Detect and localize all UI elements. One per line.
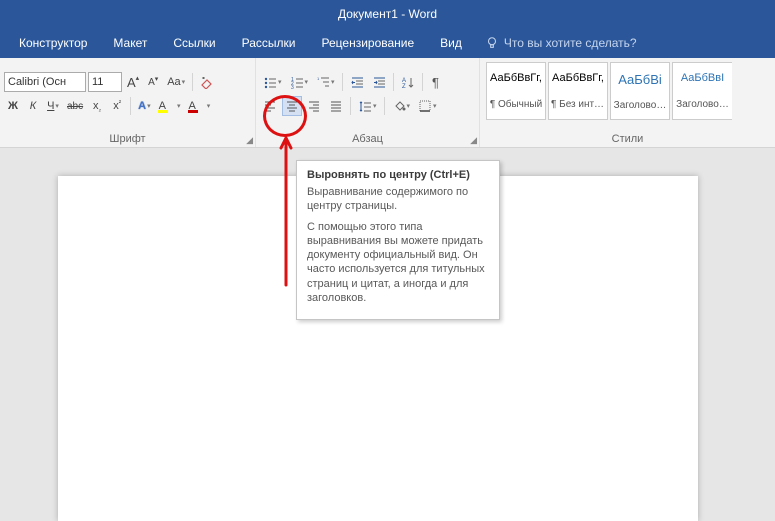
svg-text:A: A [402,78,406,84]
align-center-icon [285,99,299,113]
clear-format-button[interactable] [197,72,217,92]
separator [192,73,193,91]
tellme-text: Что вы хотите сделать? [504,36,637,50]
sort-button[interactable]: AZ [398,72,418,92]
multilevel-button[interactable]: 1▾ [313,72,338,92]
eraser-icon [200,75,214,89]
lightbulb-icon [485,36,499,50]
title-text: Документ1 - Word [338,7,437,21]
group-label-font: Шрифт◢ [0,130,256,147]
separator [393,73,394,91]
svg-text:1: 1 [291,77,294,83]
titlebar: Документ1 - Word [0,0,775,28]
tab-layout[interactable]: Макет [100,28,160,58]
inc-indent-button[interactable] [369,72,389,92]
svg-text:Z: Z [402,84,406,89]
line-spacing-button[interactable]: ▾ [355,96,380,116]
bullets-icon [263,75,277,89]
tooltip-title: Выровнять по центру (Ctrl+E) [307,169,489,181]
shrink-font-button[interactable]: A▾ [144,72,162,92]
style-heading2[interactable]: АаБбВвI Заголово… [672,62,732,120]
style-no-spacing[interactable]: АаБбВвГг, ¶ Без инте… [548,62,608,120]
tell-me[interactable]: Что вы хотите сделать? [475,36,647,50]
align-left-icon [263,99,277,113]
subscript-button[interactable]: x₂ [88,96,106,116]
group-label-styles: Стили [480,130,775,147]
style-normal[interactable]: АаБбВвГг, ¶ Обычный [486,62,546,120]
font-size-select[interactable] [88,72,122,92]
superscript-button[interactable]: x² [108,96,126,116]
shading-button[interactable]: ▾ [389,96,414,116]
align-center-button[interactable] [282,96,302,116]
tab-design[interactable]: Конструктор [6,28,100,58]
numbering-button[interactable]: 123▾ [287,72,312,92]
tab-view[interactable]: Вид [427,28,475,58]
separator [422,73,423,91]
align-justify-icon [329,99,343,113]
numbering-icon: 123 [290,75,304,89]
svg-text:2: 2 [291,81,294,87]
highlight-button[interactable]: A▾ [156,96,184,116]
line-spacing-icon [358,99,372,113]
align-right-button[interactable] [304,96,324,116]
strike-button[interactable]: abc [64,96,86,116]
align-right-icon [307,99,321,113]
separator [342,73,343,91]
bold-button[interactable]: Ж [4,96,22,116]
separator [350,97,351,115]
underline-button[interactable]: Ч▾ [44,96,62,116]
text-effects-button[interactable]: A▾ [135,96,153,116]
styles-gallery[interactable]: АаБбВвГг, ¶ Обычный АаБбВвГг, ¶ Без инте… [484,60,771,122]
bullets-button[interactable]: ▾ [260,72,285,92]
group-styles: АаБбВвГг, ¶ Обычный АаБбВвГг, ¶ Без инте… [480,58,775,130]
borders-button[interactable]: ▾ [415,96,440,116]
align-justify-button[interactable] [326,96,346,116]
group-label-paragraph: Абзац◢ [256,130,480,147]
separator [384,97,385,115]
show-marks-button[interactable]: ¶ [427,72,445,92]
outdent-icon [350,75,364,89]
tab-references[interactable]: Ссылки [160,28,228,58]
align-left-button[interactable] [260,96,280,116]
group-font: A▴ A▾ Aa▾ Ж К Ч▾ abc x₂ x² A▾ A▾ A▾ [0,58,256,130]
group-paragraph: ▾ 123▾ 1▾ AZ ¶ ▾ ▾ ▾ [256,58,480,130]
separator [130,97,131,115]
sort-icon: AZ [401,75,415,89]
tab-review[interactable]: Рецензирование [309,28,428,58]
tab-mailings[interactable]: Рассылки [229,28,309,58]
paragraph-launcher[interactable]: ◢ [470,135,477,146]
svg-text:1: 1 [317,76,320,81]
style-heading1[interactable]: АаБбВі Заголово… [610,62,670,120]
svg-text:3: 3 [291,85,294,89]
tooltip-line2: С помощью этого типа выравнивания вы мож… [307,220,489,306]
dec-indent-button[interactable] [347,72,367,92]
tooltip-center-align: Выровнять по центру (Ctrl+E) Выравнивани… [296,160,500,320]
multilevel-icon: 1 [316,75,330,89]
grow-font-button[interactable]: A▴ [124,72,142,92]
italic-button[interactable]: К [24,96,42,116]
paint-bucket-icon [392,99,406,113]
ribbon: A▴ A▾ Aa▾ Ж К Ч▾ abc x₂ x² A▾ A▾ A▾ [0,58,775,149]
font-launcher[interactable]: ◢ [246,135,253,146]
borders-icon [418,99,432,113]
ribbon-tabs: Конструктор Макет Ссылки Рассылки Реценз… [0,28,775,58]
change-case-button[interactable]: Aa▾ [164,72,188,92]
tooltip-line1: Выравнивание содержимого по центру стран… [307,185,489,214]
font-color-button[interactable]: A▾ [185,96,213,116]
indent-icon [372,75,386,89]
font-name-select[interactable] [4,72,86,92]
